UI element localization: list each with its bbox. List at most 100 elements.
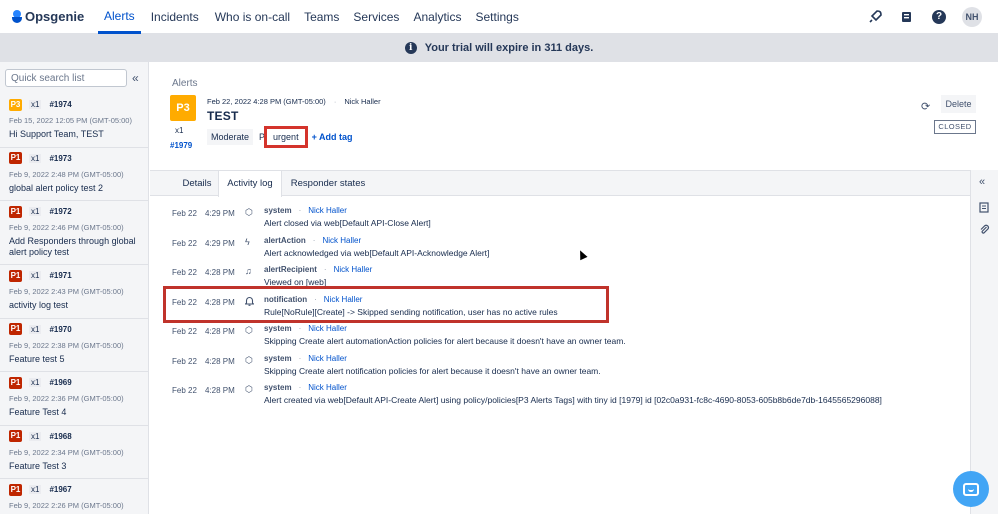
alert-count: x1 bbox=[29, 431, 42, 441]
collapse-sidebar-icon[interactable]: « bbox=[132, 71, 139, 85]
alert-message: activity log test bbox=[9, 300, 69, 310]
notes-icon[interactable] bbox=[979, 202, 990, 216]
nav-item-who-is-on-call[interactable]: Who is on-call bbox=[209, 0, 296, 34]
help-icon[interactable]: ? bbox=[930, 8, 948, 26]
alert-list-item[interactable]: P1 x1 #1972 Feb 9, 2022 2:46 PM (GMT-05:00… bbox=[0, 201, 148, 265]
alert-date: Feb 9, 2022 2:38 PM (GMT-05:00) bbox=[9, 340, 124, 350]
log-actor: system bbox=[264, 383, 292, 392]
alert-list-sidebar: « P3 x1 #1974 Feb 15, 2022 12:05 PM (GMT-0… bbox=[0, 62, 149, 514]
alert-title: TEST bbox=[207, 109, 239, 123]
opsgenie-logo[interactable]: Opsgenie bbox=[12, 9, 88, 24]
alert-tags: Moderate P urgent + Add tag bbox=[207, 126, 353, 148]
log-separator: · bbox=[298, 324, 302, 333]
log-date: Feb 22 bbox=[172, 238, 197, 248]
log-separator: · bbox=[323, 265, 327, 274]
alert-list-item[interactable]: P1 x1 #1967 Feb 9, 2022 2:26 PM (GMT-05:00… bbox=[0, 479, 148, 514]
log-message: Alert closed via web[Default API-Close A… bbox=[264, 218, 431, 228]
alert-count: x1 bbox=[29, 153, 42, 163]
rocket-icon[interactable] bbox=[866, 8, 884, 26]
chat-support-button[interactable] bbox=[953, 471, 989, 507]
log-actor: alertAction bbox=[264, 235, 306, 245]
tab-activity-log[interactable]: Activity log bbox=[218, 171, 282, 197]
log-message: Skipping Create alert automationAction p… bbox=[264, 336, 626, 346]
alert-date: Feb 15, 2022 12:05 PM (GMT-05:00) bbox=[9, 116, 132, 125]
nav-item-services[interactable]: Services bbox=[347, 0, 405, 34]
log-separator: · bbox=[298, 353, 302, 363]
priority-badge: P1 bbox=[9, 483, 22, 496]
nav-right-actions: ? NH bbox=[866, 7, 982, 27]
user-avatar[interactable]: NH bbox=[962, 7, 982, 27]
trial-banner-text: Your trial will expire in 311 days. bbox=[424, 42, 594, 54]
alert-message: Feature Test 4 bbox=[9, 407, 67, 417]
notebook-icon[interactable] bbox=[898, 8, 916, 26]
alert-count: x1 bbox=[175, 126, 184, 135]
log-time: 4:28 PM bbox=[205, 327, 235, 336]
alert-tiny-id: #1969 bbox=[49, 378, 72, 387]
log-message: Alert acknowledged via web[Default API-A… bbox=[264, 247, 490, 258]
tag-urgent[interactable]: urgent bbox=[264, 126, 308, 148]
alert-date: Feb 9, 2022 2:43 PM (GMT-05:00) bbox=[9, 287, 124, 296]
cube-icon: ⬡ bbox=[245, 207, 253, 217]
log-actor: system bbox=[264, 353, 292, 363]
priority-badge: P1 bbox=[9, 152, 22, 164]
alert-count: x1 bbox=[29, 378, 42, 387]
log-user-link[interactable]: Nick Haller bbox=[308, 324, 347, 333]
log-user-link[interactable]: Nick Haller bbox=[322, 236, 361, 245]
nav-item-settings[interactable]: Settings bbox=[469, 0, 524, 34]
refresh-icon[interactable]: ⟳ bbox=[921, 100, 930, 113]
nav-item-analytics[interactable]: Analytics bbox=[407, 0, 467, 34]
tab-responder-states[interactable]: Responder states bbox=[288, 171, 368, 196]
alert-tiny-id: #1967 bbox=[49, 485, 72, 494]
quick-search-input[interactable] bbox=[5, 69, 127, 87]
alert-created-date: Feb 22, 2022 4:28 PM (GMT-05:00) bbox=[207, 97, 326, 106]
alert-list-item[interactable]: P1 x1 #1970 Feb 9, 2022 2:38 PM (GMT-05:00… bbox=[0, 319, 148, 372]
nav-item-alerts[interactable]: Alerts bbox=[98, 0, 141, 34]
alert-count: x1 bbox=[29, 324, 42, 334]
alert-date: Feb 9, 2022 2:26 PM (GMT-05:00) bbox=[9, 501, 124, 510]
log-entry: Feb 22 4:29 PM ϟ alertAction · Nick Haller… bbox=[150, 231, 970, 259]
alert-owner: Nick Haller bbox=[344, 97, 381, 106]
alert-count: x1 bbox=[29, 271, 42, 280]
priority-badge: P1 bbox=[9, 376, 22, 389]
log-separator: · bbox=[312, 235, 316, 245]
log-user-link[interactable]: Nick Haller bbox=[334, 265, 373, 274]
log-user-link[interactable]: Nick Haller bbox=[308, 206, 347, 215]
priority-badge: P1 bbox=[9, 269, 22, 282]
alert-date: Feb 9, 2022 2:48 PM (GMT-05:00) bbox=[9, 169, 124, 179]
bolt-icon: ϟ bbox=[245, 236, 250, 247]
cube-icon: ⬡ bbox=[245, 354, 253, 365]
alert-list-item[interactable]: P1 x1 #1968 Feb 9, 2022 2:34 PM (GMT-05:00… bbox=[0, 426, 148, 479]
nav-item-teams[interactable]: Teams bbox=[298, 0, 345, 34]
status-badge: CLOSED bbox=[934, 120, 976, 134]
priority-badge: P1 bbox=[9, 430, 22, 442]
alert-list-item[interactable]: P1 x1 #1973 Feb 9, 2022 2:48 PM (GMT-05:00… bbox=[0, 148, 148, 201]
log-message: Skipping Create alert notification polic… bbox=[264, 365, 601, 376]
log-date: Feb 22 bbox=[172, 268, 197, 277]
log-separator: · bbox=[298, 206, 302, 215]
log-user-link[interactable]: Nick Haller bbox=[308, 354, 347, 363]
cube-icon: ⬡ bbox=[245, 325, 253, 335]
nav-item-incidents[interactable]: Incidents bbox=[145, 0, 205, 34]
alert-message: Add Responders through global alert poli… bbox=[9, 236, 136, 257]
delete-button[interactable]: Delete bbox=[941, 95, 976, 113]
tag-moderate[interactable]: Moderate bbox=[207, 129, 254, 145]
attachment-icon[interactable] bbox=[979, 224, 990, 238]
log-time: 4:28 PM bbox=[205, 386, 235, 395]
tab-details[interactable]: Details bbox=[172, 171, 222, 196]
log-date: Feb 22 bbox=[172, 356, 197, 366]
alert-list-item[interactable]: P1 x1 #1971 Feb 9, 2022 2:43 PM (GMT-05:00… bbox=[0, 265, 148, 319]
breadcrumb[interactable]: Alerts bbox=[172, 78, 198, 89]
expand-panel-icon[interactable]: « bbox=[979, 176, 985, 188]
log-user-link[interactable]: Nick Haller bbox=[308, 383, 347, 392]
alert-date: Feb 9, 2022 2:46 PM (GMT-05:00) bbox=[9, 223, 124, 232]
chat-icon bbox=[963, 482, 979, 496]
alert-list-item[interactable]: P1 x1 #1969 Feb 9, 2022 2:36 PM (GMT-05:00… bbox=[0, 372, 148, 426]
add-tag-link[interactable]: + Add tag bbox=[312, 132, 353, 142]
priority-badge: P1 bbox=[9, 323, 22, 335]
alert-count: x1 bbox=[29, 207, 42, 216]
log-date: Feb 22 bbox=[172, 327, 197, 336]
log-entry: Feb 22 4:29 PM ⬡ system · Nick Haller Aler… bbox=[150, 201, 970, 229]
alert-list-item[interactable]: P3 x1 #1974 Feb 15, 2022 12:05 PM (GMT-05:… bbox=[0, 94, 148, 148]
top-navigation: Opsgenie Alerts Incidents Who is on-call… bbox=[0, 0, 998, 34]
recipient-icon: ♫ bbox=[245, 266, 252, 276]
